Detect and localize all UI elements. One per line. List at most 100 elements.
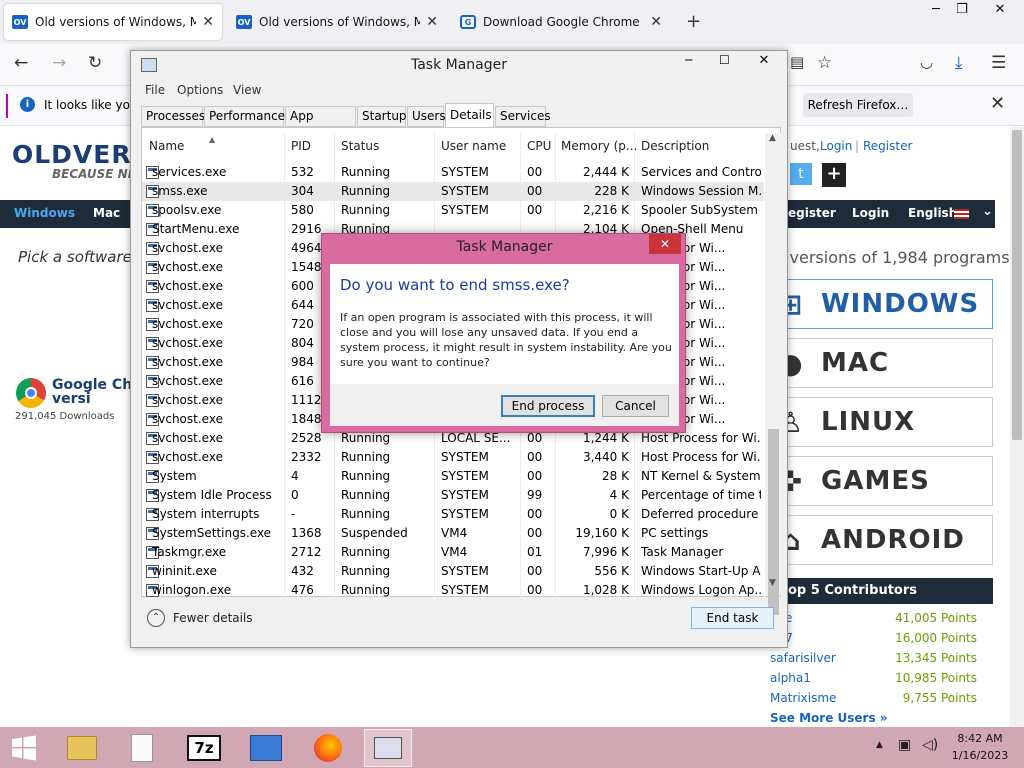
nav-login[interactable]: Login xyxy=(852,206,889,220)
windows-start-icon xyxy=(12,735,36,761)
column-header-username[interactable]: User name xyxy=(441,139,506,153)
register-link[interactable]: Register xyxy=(863,139,912,153)
document-icon[interactable] xyxy=(118,729,166,767)
table-row[interactable]: smss.exe 304 Running SYSTEM 00 228 K Windows S… xyxy=(142,182,764,201)
chrome-logo-icon[interactable] xyxy=(16,378,46,408)
maximize-icon[interactable]: ☐ xyxy=(719,53,730,67)
table-row[interactable]: spoolsv.exe 580 Running SYSTEM 00 2,216 K Spoo… xyxy=(142,201,764,220)
table-row[interactable]: SystemSettings.exe 1368 Suspended VM4 00 19,1… xyxy=(142,524,764,543)
tab-services[interactable]: Services xyxy=(495,106,551,127)
browser-tab[interactable]: OV Old versions of Windows, Mac a ✕ xyxy=(4,4,222,40)
firefox-icon[interactable] xyxy=(304,729,352,767)
chevron-down-icon[interactable]: ⌄ xyxy=(982,204,993,219)
tab-performance[interactable]: Performance xyxy=(204,106,285,127)
see-more-users-link[interactable]: See More Users » xyxy=(770,711,888,725)
page-scrollbar-thumb[interactable] xyxy=(1012,130,1022,440)
minimize-icon[interactable]: ─ xyxy=(685,53,692,67)
restore-window-icon[interactable]: ❐ xyxy=(942,0,982,22)
close-tab-icon[interactable]: ✕ xyxy=(426,14,438,30)
close-icon[interactable]: ✕ xyxy=(741,51,787,71)
contributor-name[interactable]: safarisilver xyxy=(770,651,836,665)
platform-linux-button[interactable]: ♙ Linux xyxy=(760,397,993,447)
table-cell: 1,244 K xyxy=(582,431,629,445)
column-header-cpu[interactable]: CPU xyxy=(527,139,551,153)
featured-title-2[interactable]: versi xyxy=(52,391,91,407)
column-header-status[interactable]: Status xyxy=(341,139,379,153)
nav-mac[interactable]: Mac xyxy=(93,206,120,220)
contributor-name[interactable]: alpha1 xyxy=(770,671,811,685)
close-tab-icon[interactable]: ✕ xyxy=(202,14,214,30)
table-row[interactable]: svchost.exe 2332 Running SYSTEM 00 3,440 K Hos… xyxy=(142,448,764,467)
contributor-points: 9,755 Points xyxy=(902,691,977,705)
scroll-down-icon[interactable]: ▼ xyxy=(769,578,776,588)
file-explorer-icon[interactable] xyxy=(58,729,106,767)
network-icon[interactable]: ▣ xyxy=(898,737,911,753)
close-window-icon[interactable]: ✕ xyxy=(980,0,1020,22)
control-panel-icon[interactable] xyxy=(242,729,290,767)
dialog-close-icon[interactable]: ✕ xyxy=(649,234,681,254)
twitter-icon[interactable]: t xyxy=(790,163,812,185)
contributor-name[interactable]: Matrixisme xyxy=(770,691,836,705)
volume-icon[interactable]: ◁) xyxy=(922,737,938,753)
clock-time[interactable]: 8:42 AM xyxy=(948,732,1012,745)
login-link[interactable]: Login xyxy=(820,139,852,153)
collapse-chevron-icon[interactable]: ⌃ xyxy=(147,609,165,627)
nav-language[interactable]: English xyxy=(908,206,957,220)
platform-android-button[interactable]: ⌂ Android xyxy=(760,515,993,565)
task-manager-titlebar[interactable]: Task Manager ─ ☐ ✕ xyxy=(131,51,787,81)
table-row[interactable]: Taskmgr.exe 2712 Running VM4 01 7,996 K Task M… xyxy=(142,543,764,562)
table-row[interactable]: wininit.exe 432 Running SYSTEM 00 556 K Window… xyxy=(142,562,764,581)
platform-mac-button[interactable]: ● Mac xyxy=(760,338,993,388)
platform-windows-button[interactable]: ⊞ Windows xyxy=(760,279,993,329)
column-header-memory[interactable]: Memory (p... xyxy=(561,139,637,153)
refresh-firefox-button[interactable]: Refresh Firefox… xyxy=(803,93,913,117)
column-header-pid[interactable]: PID xyxy=(291,139,311,153)
fewer-details-link[interactable]: Fewer details xyxy=(173,611,253,625)
tab-startup[interactable]: Startup xyxy=(357,106,407,127)
end-process-button[interactable]: End process xyxy=(501,395,595,417)
table-cell: 00 xyxy=(527,165,543,179)
column-header-description[interactable]: Description xyxy=(641,139,709,153)
table-row[interactable]: System Idle Process 0 Running SYSTEM 99 4 K Pe… xyxy=(142,486,764,505)
back-arrow-icon[interactable]: ← xyxy=(14,53,28,73)
cancel-button[interactable]: Cancel xyxy=(602,395,669,417)
scroll-up-icon[interactable]: ▲ xyxy=(769,133,776,143)
table-row[interactable]: services.exe 532 Running SYSTEM 00 2,444 K Ser… xyxy=(142,163,764,182)
menu-options[interactable]: Options xyxy=(177,83,223,97)
clock-date[interactable]: 1/16/2023 xyxy=(948,749,1012,762)
nav-windows[interactable]: Windows xyxy=(14,206,75,220)
tab-details[interactable]: Details xyxy=(445,103,494,127)
site-logo[interactable]: OLDVER xyxy=(12,140,132,169)
close-tab-icon[interactable]: ✕ xyxy=(650,14,662,30)
table-row[interactable]: winlogon.exe 476 Running SYSTEM 00 1,028 K Win… xyxy=(142,581,764,600)
tab-processes[interactable]: Processes xyxy=(141,106,205,127)
table-cell: Running xyxy=(341,184,391,198)
start-button[interactable] xyxy=(0,729,48,767)
platform-label: Mac xyxy=(821,348,890,378)
task-manager-taskbar-icon[interactable] xyxy=(364,729,412,767)
column-header-name[interactable]: Name xyxy=(149,139,184,153)
reader-view-icon[interactable]: ▤ xyxy=(790,53,804,71)
menu-file[interactable]: File xyxy=(145,83,165,97)
platform-games-button[interactable]: ✜ Games xyxy=(760,456,993,506)
end-task-button[interactable]: End task xyxy=(691,607,774,629)
bookmark-star-icon[interactable]: ☆ xyxy=(817,53,832,73)
new-tab-button[interactable]: + xyxy=(686,11,701,32)
table-row[interactable]: System interrupts - Running SYSTEM 00 0 K Defe… xyxy=(142,505,764,524)
browser-tab[interactable]: G Download Google Chrome by G ✕ xyxy=(452,4,670,40)
tab-users[interactable]: Users xyxy=(407,106,446,127)
hamburger-menu-icon[interactable]: ☰ xyxy=(991,53,1006,73)
menu-view[interactable]: View xyxy=(233,83,261,97)
downloads-icon[interactable]: ⤓ xyxy=(955,53,963,73)
close-notification-icon[interactable]: ✕ xyxy=(990,93,1005,114)
forward-arrow-icon[interactable]: → xyxy=(52,53,66,73)
browser-tab[interactable]: OV Old versions of Windows, Mac a ✕ xyxy=(228,4,446,40)
reload-icon[interactable]: ↻ xyxy=(88,53,102,73)
nav-register[interactable]: egister xyxy=(788,206,836,220)
add-icon[interactable]: + xyxy=(822,163,846,187)
show-hidden-icons-icon[interactable]: ▲ xyxy=(876,740,883,750)
tab-app-history[interactable]: App history xyxy=(285,106,356,142)
7zip-icon[interactable]: 7z xyxy=(180,729,228,767)
pocket-icon[interactable]: ◡ xyxy=(920,53,933,71)
table-row[interactable]: System 4 Running SYSTEM 00 28 K NT Kernel & Sy… xyxy=(142,467,764,486)
